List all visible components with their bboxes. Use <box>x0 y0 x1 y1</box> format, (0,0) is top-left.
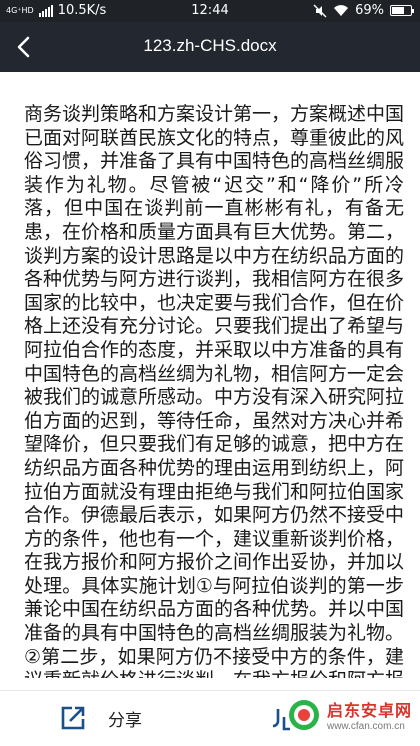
mute-icon <box>313 4 327 17</box>
share-button[interactable]: 分享 <box>60 705 142 731</box>
share-label: 分享 <box>108 710 142 731</box>
bottom-bar: 分享 启东安卓网 www.cfan.com.cn <box>0 690 420 746</box>
battery-icon <box>390 5 414 16</box>
status-right: 69% <box>313 3 414 18</box>
watermark-url: www.cfan.com.cn <box>326 721 405 732</box>
share-icon <box>61 706 85 730</box>
watermark: 启东安卓网 www.cfan.com.cn <box>287 697 412 732</box>
document-body[interactable]: 商务谈判策略和方案设计第一，方案概述中国已面对阿联酋民族文化的特点，尊重彼此的风… <box>24 103 404 678</box>
wifi-icon <box>334 5 349 16</box>
watermark-logo-icon <box>288 699 319 730</box>
battery-level <box>392 7 405 14</box>
status-bar: 4G⁺HD 10.5K/s 12:44 69% <box>0 0 420 22</box>
document-title: 123.zh-CHS.docx <box>143 36 277 55</box>
watermark-title: 启东安卓网 <box>326 701 412 720</box>
document-text: 商务谈判策略和方案设计第一，方案概述中国已面对阿联酋民族文化的特点，尊重彼此的风… <box>24 103 404 678</box>
battery-percent: 69% <box>355 3 384 18</box>
title-bar: 123.zh-CHS.docx <box>0 22 420 72</box>
